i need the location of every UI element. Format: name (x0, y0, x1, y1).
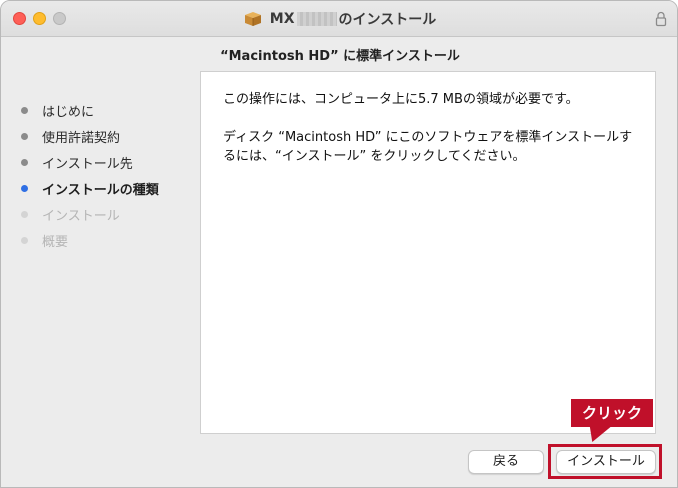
title-bar: MX のインストール (1, 1, 677, 37)
installer-window: MX のインストール “Macintosh HD” に標準インストール はじめに… (0, 0, 678, 488)
step-install: インストール (21, 201, 191, 227)
step-dot-icon (21, 184, 28, 192)
step-dot-icon (21, 132, 28, 140)
step-dot-icon (21, 210, 28, 218)
step-dot-icon (21, 158, 28, 166)
step-license: 使用許諾契約 (21, 123, 191, 149)
step-installation-type: インストールの種類 (21, 175, 191, 201)
step-introduction: はじめに (21, 97, 191, 123)
install-instruction-text: ディスク “Macintosh HD” にこのソフトウェアを標準インストールする… (223, 130, 633, 164)
package-icon (244, 11, 262, 27)
window-title-suffix: のインストール (338, 12, 437, 28)
installer-steps-sidebar: はじめに 使用許諾契約 インストール先 インストールの種類 インストール 概要 (21, 97, 191, 253)
window-title-prefix: MX (269, 11, 295, 27)
page-heading: “Macintosh HD” に標準インストール (220, 49, 460, 64)
redacted-product-name (296, 12, 337, 26)
step-label: インストール (42, 208, 120, 224)
step-label: はじめに (42, 104, 95, 120)
content-pane: この操作には、コンピュータ上に5.7 MBの領域が必要です。 ディスク “Mac… (200, 71, 656, 434)
click-callout: クリック (571, 399, 653, 427)
step-label: インストール先 (42, 156, 133, 172)
step-summary: 概要 (21, 227, 191, 253)
step-dot-icon (21, 236, 28, 244)
lock-icon (655, 11, 667, 27)
step-label: インストールの種類 (42, 182, 159, 198)
step-destination: インストール先 (21, 149, 191, 175)
step-label: 概要 (42, 234, 69, 250)
window-title: MX のインストール (1, 1, 677, 37)
step-label: 使用許諾契約 (42, 130, 121, 146)
install-button[interactable]: インストール (556, 450, 656, 474)
back-button[interactable]: 戻る (468, 450, 544, 474)
step-dot-icon (21, 106, 28, 114)
space-requirement-text: この操作には、コンピュータ上に5.7 MBの領域が必要です。 (223, 92, 579, 107)
